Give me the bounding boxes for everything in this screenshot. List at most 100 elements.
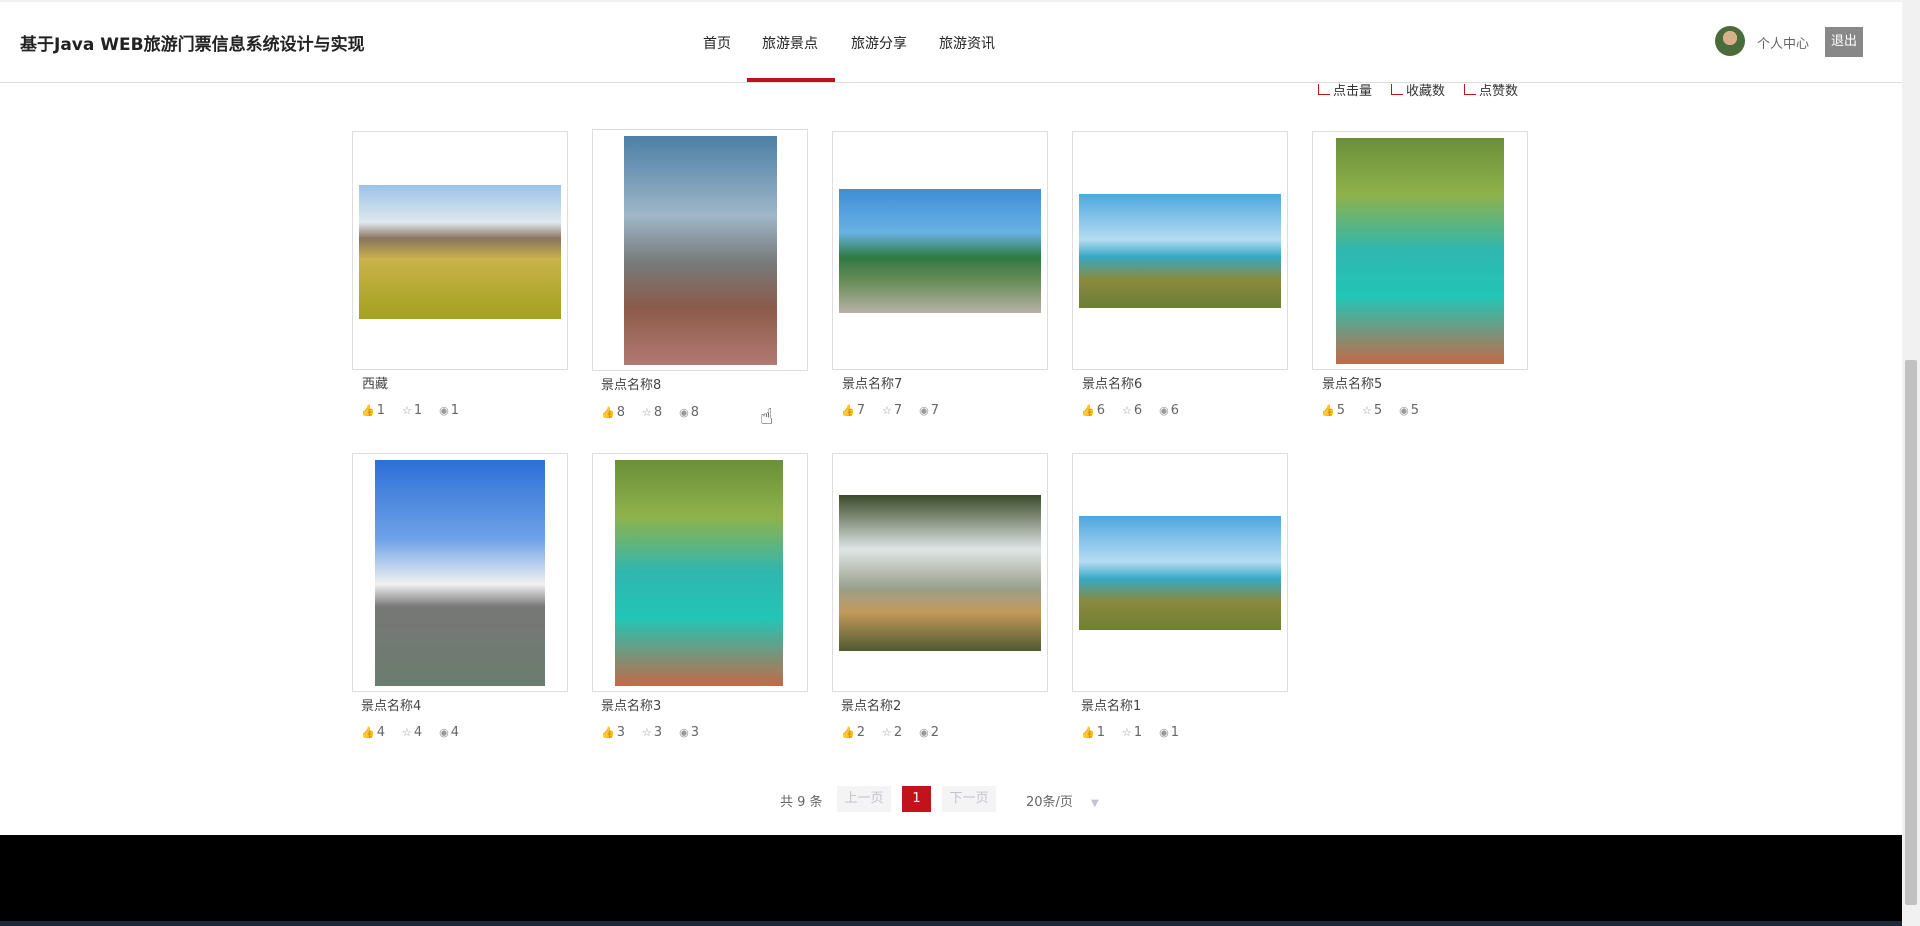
spot-name[interactable]: 景点名称3 (601, 695, 661, 714)
eye-icon: ◉ (919, 404, 929, 417)
prev-page-button[interactable]: 上一页 (837, 786, 891, 812)
spot-card-image[interactable] (352, 453, 568, 692)
favorite-count[interactable]: ☆ 6 (1122, 403, 1142, 418)
like-count[interactable]: 👍 7 (841, 403, 865, 418)
star-icon: ☆ (1121, 726, 1132, 739)
spot-name[interactable]: 景点名称6 (1082, 373, 1142, 392)
thumbs-up-icon: 👍 (361, 726, 375, 739)
trend-icon (1318, 84, 1330, 95)
site-title[interactable]: 基于Java WEB旅游门票信息系统设计与实现 (20, 30, 365, 55)
spot-name[interactable]: 景点名称7 (842, 373, 902, 392)
spot-stats: 👍 3 ☆ 3 ◉ 3 (601, 725, 716, 740)
like-count[interactable]: 👍 4 (361, 725, 385, 740)
thumbs-up-icon: 👍 (1321, 404, 1335, 417)
spot-image-marble-boat (375, 460, 545, 686)
favorite-count[interactable]: ☆ 5 (1362, 403, 1382, 418)
like-count[interactable]: 👍 1 (361, 403, 385, 418)
spot-card-image[interactable] (592, 129, 808, 371)
nav-news[interactable]: 旅游资讯 (939, 33, 995, 53)
eye-icon: ◉ (439, 404, 449, 417)
spot-stats: 👍 2 ☆ 2 ◉ 2 (841, 725, 956, 740)
top-border (0, 0, 1902, 2)
favorite-count[interactable]: ☆ 3 (642, 725, 662, 740)
thumbs-up-icon: 👍 (841, 726, 855, 739)
like-count[interactable]: 👍 6 (1081, 403, 1105, 418)
spot-image-turquoise-lake (1336, 138, 1504, 364)
favorite-count[interactable]: ☆ 1 (1122, 725, 1142, 740)
spot-stats: 👍 7 ☆ 7 ◉ 7 (841, 403, 956, 418)
spot-card-image[interactable] (352, 131, 568, 370)
thumbs-up-icon: 👍 (601, 726, 615, 739)
nav-spots[interactable]: 旅游景点 (762, 33, 818, 53)
eye-icon: ◉ (1159, 404, 1169, 417)
spot-card-image[interactable] (1072, 131, 1288, 370)
spot-name[interactable]: 景点名称5 (1322, 373, 1382, 392)
like-count[interactable]: 👍 2 (841, 725, 865, 740)
star-icon: ☆ (881, 726, 892, 739)
like-count[interactable]: 👍 5 (1321, 403, 1345, 418)
spot-name[interactable]: 西藏 (362, 373, 388, 392)
spot-image-pavilion (839, 189, 1041, 313)
like-count[interactable]: 👍 3 (601, 725, 625, 740)
like-count[interactable]: 👍 1 (1081, 725, 1105, 740)
like-count[interactable]: 👍 8 (601, 405, 625, 420)
spot-image-sea-mountain-2 (1079, 516, 1281, 630)
eye-icon: ◉ (439, 726, 449, 739)
star-icon: ☆ (1361, 404, 1372, 417)
nav-share[interactable]: 旅游分享 (851, 33, 907, 53)
spot-card-image[interactable] (1312, 131, 1528, 370)
spot-card-image[interactable] (592, 453, 808, 692)
thumbs-up-icon: 👍 (1081, 726, 1095, 739)
star-icon: ☆ (401, 726, 412, 739)
spot-image-sea-mountain (1079, 194, 1281, 308)
user-center-link[interactable]: 个人中心 (1757, 33, 1809, 52)
page-size-value: 20条/页 (1026, 795, 1073, 810)
star-icon: ☆ (401, 404, 412, 417)
next-page-button[interactable]: 下一页 (942, 786, 996, 812)
favorite-count[interactable]: ☆ 4 (402, 725, 422, 740)
sort-favorites-label: 收藏数 (1406, 84, 1446, 99)
sort-by-clicks[interactable]: 点击量 (1318, 80, 1372, 99)
nav-home[interactable]: 首页 (703, 33, 731, 53)
page-number-1[interactable]: 1 (902, 786, 931, 812)
eye-icon: ◉ (679, 406, 689, 419)
spot-stats: 👍 6 ☆ 6 ◉ 6 (1081, 403, 1196, 418)
spot-stats: 👍 4 ☆ 4 ◉ 4 (361, 725, 476, 740)
view-count: ◉ 8 (679, 405, 700, 420)
spot-card-image[interactable] (832, 453, 1048, 692)
spot-image-turquoise-lake-2 (615, 460, 783, 686)
favorite-count[interactable]: ☆ 2 (882, 725, 902, 740)
eye-icon: ◉ (919, 726, 929, 739)
star-icon: ☆ (881, 404, 892, 417)
spot-image-tibet (359, 185, 561, 319)
spot-card-image[interactable] (832, 131, 1048, 370)
favorite-count[interactable]: ☆ 8 (642, 405, 662, 420)
page-size-select[interactable]: 20条/页 ▼ (1026, 791, 1099, 810)
sort-by-favorites[interactable]: 收藏数 (1391, 80, 1445, 99)
logout-button[interactable]: 退出 (1825, 27, 1863, 57)
spot-card-image[interactable] (1072, 453, 1288, 692)
spot-name[interactable]: 景点名称2 (841, 695, 901, 714)
sort-by-likes[interactable]: 点赞数 (1464, 80, 1518, 99)
bar-chart-icon (1391, 84, 1403, 95)
view-count: ◉ 1 (439, 403, 460, 418)
eye-icon: ◉ (1399, 404, 1409, 417)
eye-icon: ◉ (1159, 726, 1169, 739)
spot-name[interactable]: 景点名称1 (1081, 695, 1141, 714)
view-count: ◉ 5 (1399, 403, 1420, 418)
taskbar-strip (0, 921, 1902, 926)
view-count: ◉ 2 (919, 725, 940, 740)
spot-stats: 👍 5 ☆ 5 ◉ 5 (1321, 403, 1436, 418)
favorite-count[interactable]: ☆ 7 (882, 403, 902, 418)
spot-name[interactable]: 景点名称8 (601, 374, 661, 393)
spot-name[interactable]: 景点名称4 (361, 695, 421, 714)
spot-stats: 👍 1 ☆ 1 ◉ 1 (361, 403, 476, 418)
scrollbar-thumb[interactable] (1905, 360, 1917, 905)
footer (0, 835, 1902, 926)
user-avatar[interactable] (1715, 26, 1745, 56)
total-count: 共 9 条 (780, 795, 823, 810)
spot-stats: 👍 8 ☆ 8 ◉ 8 (601, 405, 716, 420)
favorite-count[interactable]: ☆ 1 (402, 403, 422, 418)
thumbs-up-icon: 👍 (1081, 404, 1095, 417)
eye-icon: ◉ (679, 726, 689, 739)
